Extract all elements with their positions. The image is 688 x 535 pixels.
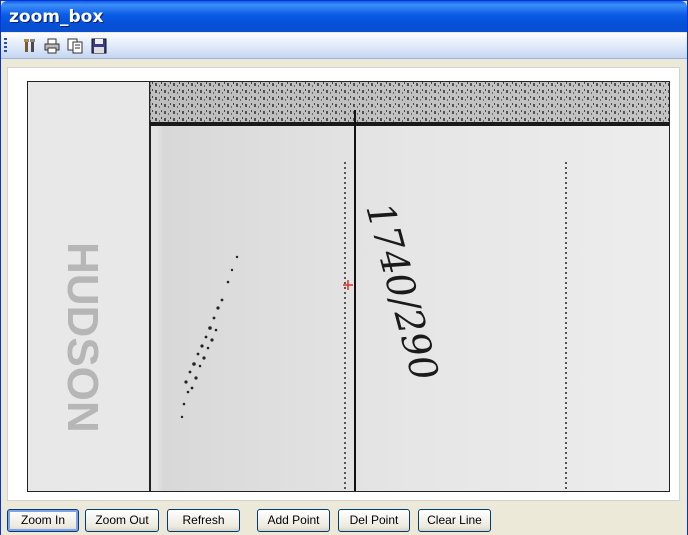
refresh-button[interactable]: Refresh xyxy=(167,509,240,532)
copy-icon[interactable] xyxy=(66,37,84,55)
del-point-button[interactable]: Del Point xyxy=(338,509,410,532)
zoom-out-button[interactable]: Zoom Out xyxy=(85,509,159,532)
stamp-text: HUDSON xyxy=(58,242,107,433)
add-point-button[interactable]: Add Point xyxy=(257,509,330,532)
app-window: zoom_box HUDSON 1740/290 Zoom In Zoom Ou… xyxy=(0,0,688,535)
save-icon[interactable] xyxy=(90,37,108,55)
scan-image: HUDSON 1740/290 xyxy=(28,82,669,491)
toolbar-grip[interactable] xyxy=(4,38,7,54)
clear-line-button[interactable]: Clear Line xyxy=(418,509,491,532)
title-bar[interactable]: zoom_box xyxy=(1,1,687,32)
print-icon[interactable] xyxy=(43,37,61,55)
button-bar: Zoom In Zoom Out Refresh Add Point Del P… xyxy=(1,506,687,535)
window-title: zoom_box xyxy=(9,7,104,27)
zoom-in-button[interactable]: Zoom In xyxy=(7,509,79,532)
toolbar xyxy=(1,33,687,59)
tools-icon[interactable] xyxy=(21,37,39,55)
image-panel: HUDSON 1740/290 xyxy=(7,67,680,501)
zoom-image[interactable]: HUDSON 1740/290 xyxy=(27,81,670,492)
